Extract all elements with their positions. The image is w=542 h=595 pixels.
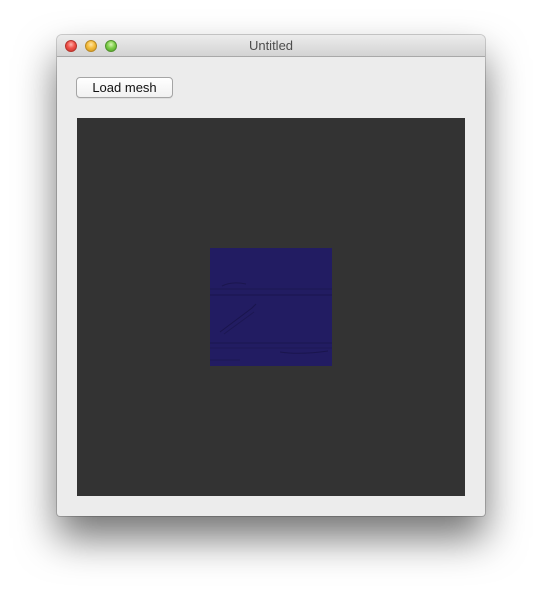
mesh-texture bbox=[210, 282, 332, 361]
app-window: Untitled Load mesh bbox=[57, 35, 485, 516]
window-title: Untitled bbox=[248, 38, 294, 53]
render-viewport[interactable] bbox=[77, 118, 465, 496]
load-mesh-button[interactable]: Load mesh bbox=[76, 77, 173, 98]
mesh-render bbox=[210, 248, 332, 366]
title-bar[interactable]: Untitled bbox=[57, 35, 485, 57]
